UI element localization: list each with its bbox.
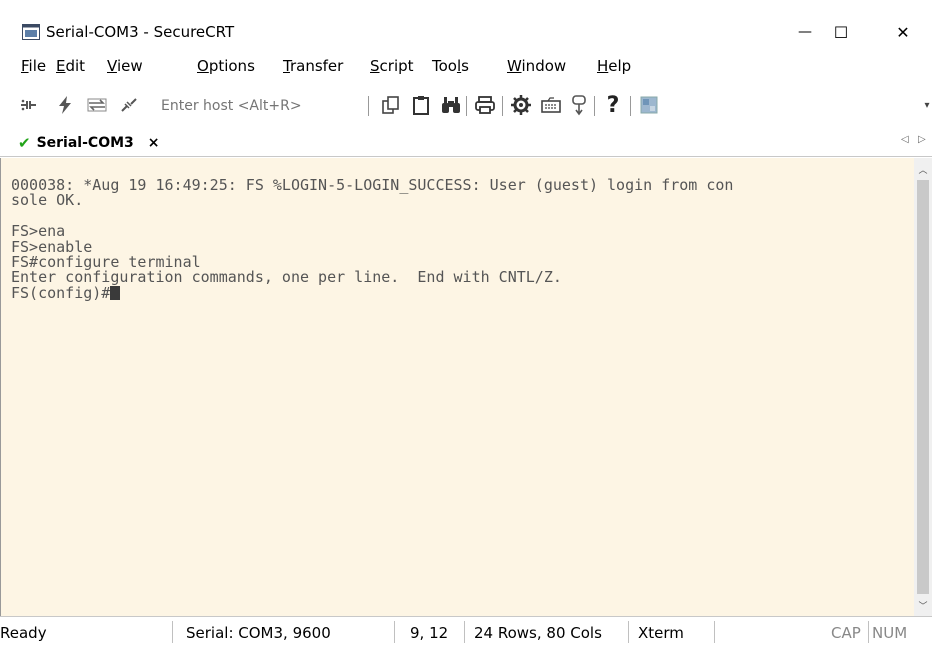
sftp-icon[interactable] [568, 94, 590, 116]
terminal-line: sole OK. [11, 191, 84, 210]
maximize-icon: ☐ [833, 22, 849, 42]
menu-help[interactable]: Help [597, 57, 631, 75]
tab-scroll-right-icon[interactable]: ▷ [918, 134, 926, 145]
status-terminal-size: 24 Rows, 80 Cols [474, 624, 602, 642]
scrollbar-thumb[interactable] [917, 180, 929, 594]
toolbar-overflow-icon[interactable]: ▾ [916, 94, 932, 116]
status-ready: Ready [0, 624, 47, 642]
tab-close-icon[interactable]: × [148, 135, 160, 151]
help-icon[interactable]: ? [602, 93, 624, 118]
terminal-line: FS(config)# [11, 283, 111, 302]
toolbar-separator [502, 96, 503, 116]
menu-options[interactable]: Options [197, 57, 255, 75]
menu-script[interactable]: Script [370, 57, 414, 75]
keymap-icon[interactable] [540, 94, 562, 116]
tab-label: Serial-COM3 [36, 135, 134, 151]
terminal-screen[interactable]: 000038: *Aug 19 16:49:25: FS %LOGIN-5-LO… [0, 158, 915, 616]
print-icon[interactable] [474, 94, 496, 116]
toolbar-separator [594, 96, 595, 116]
reconnect-icon[interactable] [86, 94, 108, 116]
securecrt-window: Serial-COM3 - SecureCRT — ☐ ✕ File Edit … [0, 0, 932, 645]
menu-bar: File Edit View Options Transfer Script T… [0, 52, 932, 80]
menu-edit[interactable]: Edit [56, 57, 85, 75]
scroll-up-icon[interactable]: ︿ [914, 160, 932, 178]
paste-icon[interactable] [410, 94, 432, 116]
terminal-scrollbar[interactable]: ︿ ﹀ [914, 158, 932, 616]
status-num-lock: NUM [872, 624, 908, 642]
quick-connect-icon[interactable] [54, 94, 76, 116]
window-title: Serial-COM3 - SecureCRT [46, 23, 235, 41]
menu-tools[interactable]: Tools [432, 57, 469, 75]
screen-icon[interactable] [638, 94, 660, 116]
session-tab-bar: ✔ Serial-COM3 × ◁ ▷ [0, 128, 932, 157]
menu-view[interactable]: View [107, 57, 143, 75]
toolbar-separator [466, 96, 467, 116]
status-bar: Ready Serial: COM3, 9600 9, 12 24 Rows, … [0, 616, 932, 645]
disconnect-icon[interactable] [118, 94, 140, 116]
host-input[interactable] [157, 95, 355, 117]
tab-serial-com3[interactable]: ✔ Serial-COM3 × [8, 131, 170, 155]
menu-window[interactable]: Window [507, 57, 566, 75]
maximize-button[interactable]: ☐ [818, 14, 864, 50]
status-caps-lock: CAP [831, 624, 861, 642]
connect-icon[interactable] [18, 94, 40, 116]
terminal-line: 000038: *Aug 19 16:49:25: FS %LOGIN-5-LO… [11, 176, 734, 194]
find-icon[interactable] [440, 94, 462, 116]
status-separator [714, 621, 715, 643]
close-button[interactable]: ✕ [880, 14, 926, 50]
status-cursor-position: 9, 12 [410, 624, 449, 642]
connected-check-icon: ✔ [18, 134, 31, 152]
status-separator [394, 621, 395, 643]
menu-file[interactable]: File [21, 57, 46, 75]
toolbar: ? ▾ [0, 84, 932, 124]
status-separator [172, 621, 173, 643]
terminal-cursor [110, 285, 121, 300]
tab-scroll-left-icon[interactable]: ◁ [901, 134, 909, 145]
status-connection: Serial: COM3, 9600 [186, 624, 331, 642]
minimize-icon: — [798, 24, 812, 40]
status-separator [628, 621, 629, 643]
title-bar[interactable]: Serial-COM3 - SecureCRT — ☐ ✕ [0, 14, 932, 50]
toolbar-separator [368, 96, 369, 116]
status-emulation: Xterm [638, 624, 684, 642]
settings-icon[interactable] [510, 94, 532, 116]
status-separator [464, 621, 465, 643]
copy-icon[interactable] [380, 94, 402, 116]
terminal-output: 000038: *Aug 19 16:49:25: FS %LOGIN-5-LO… [11, 176, 734, 302]
toolbar-separator [630, 96, 631, 116]
scroll-down-icon[interactable]: ﹀ [914, 596, 932, 614]
status-separator [868, 621, 869, 643]
close-icon: ✕ [896, 22, 910, 42]
securecrt-app-icon [22, 24, 40, 40]
menu-transfer[interactable]: Transfer [283, 57, 343, 75]
